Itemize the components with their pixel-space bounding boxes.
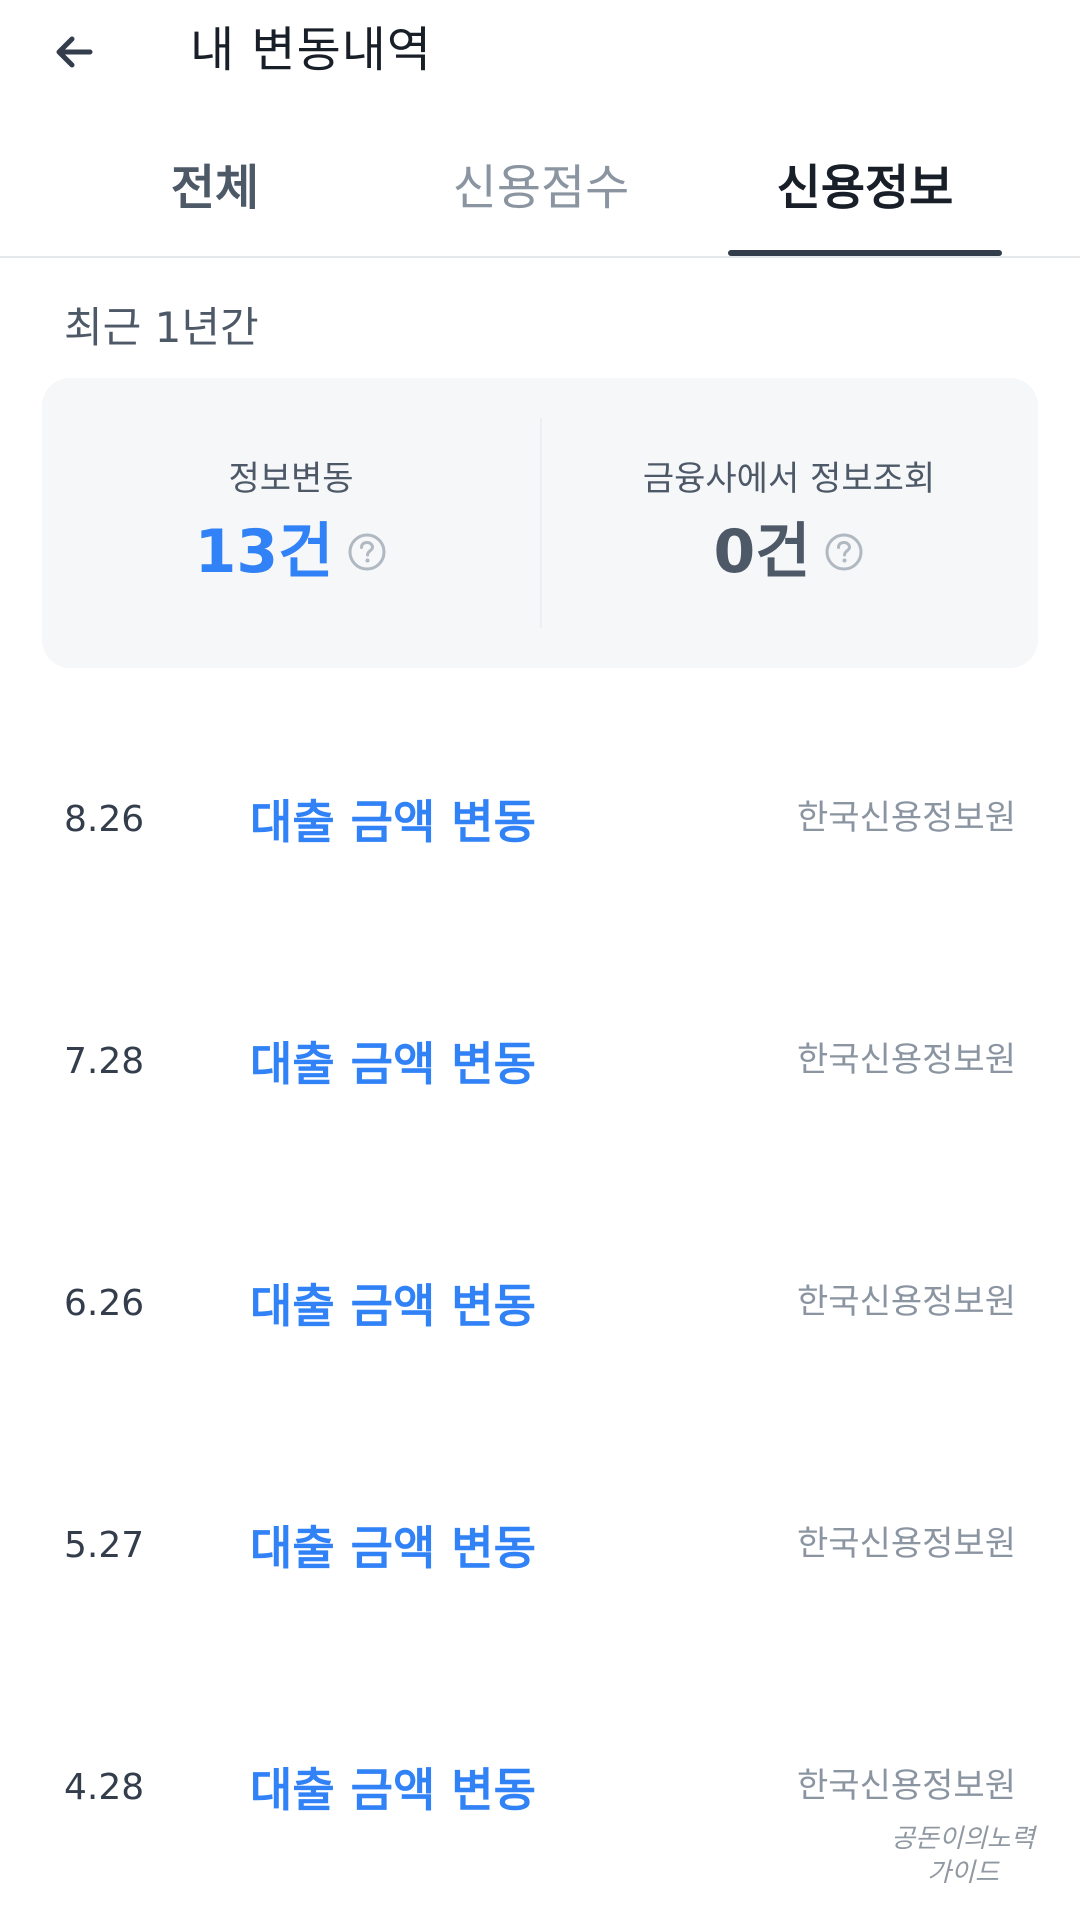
back-button[interactable] [42,20,106,84]
item-date: 6.26 [64,1283,145,1324]
item-source: 한국신용정보원 [797,1524,1016,1564]
list-item[interactable]: 5.27 대출 금액 변동 한국신용정보원 [0,1496,1080,1596]
tab-all[interactable]: 전체 [106,130,324,258]
item-source: 한국신용정보원 [797,798,1016,838]
tab-credit-info[interactable]: 신용정보 [728,130,1002,258]
info-change-summary: 정보변동 13건 [42,378,540,668]
page-title: 내 변동내역 [190,22,433,78]
inquiry-value-row: 0건 [540,514,1038,590]
list-item[interactable]: 7.28 대출 금액 변동 한국신용정보원 [0,1012,1080,1112]
info-change-count: 13건 [194,517,334,587]
question-circle-icon[interactable] [347,532,387,572]
period-label: 최근 1년간 [64,303,259,352]
item-date: 7.28 [64,1041,145,1082]
info-change-label: 정보변동 [228,459,354,499]
watermark-line1: 공돈이의노력 [891,1824,1035,1854]
tabs-divider [0,256,1080,258]
item-source: 한국신용정보원 [797,1282,1016,1322]
inquiry-summary: 금융사에서 정보조회 0건 [540,378,1038,668]
item-source: 한국신용정보원 [797,1766,1016,1806]
info-change-value-row: 13건 [42,514,540,590]
page: 내 변동내역 전체 신용점수 신용정보 최근 1년간 정보변동 13건 금융사에… [0,0,1080,1920]
arrow-left-icon [56,36,93,68]
header: 내 변동내역 [0,0,1080,110]
item-date: 5.27 [64,1525,145,1566]
item-date: 8.26 [64,799,145,840]
item-title: 대출 금액 변동 [250,795,536,849]
inquiry-label: 금융사에서 정보조회 [642,459,936,499]
inquiry-count: 0건 [713,517,811,587]
tab-bar: 전체 신용점수 신용정보 [0,130,1080,258]
watermark-line2: 가이드 [927,1858,999,1888]
item-title: 대출 금액 변동 [250,1763,536,1817]
item-title: 대출 금액 변동 [250,1279,536,1333]
list-item[interactable]: 6.26 대출 금액 변동 한국신용정보원 [0,1254,1080,1354]
item-date: 4.28 [64,1767,145,1808]
tab-credit-score[interactable]: 신용점수 [432,130,650,258]
item-title: 대출 금액 변동 [250,1521,536,1575]
list-item[interactable]: 8.26 대출 금액 변동 한국신용정보원 [0,770,1080,870]
list-item[interactable]: 4.28 대출 금액 변동 한국신용정보원 [0,1738,1080,1838]
watermark: 공돈이의노력 가이드 [888,1824,1038,1904]
item-source: 한국신용정보원 [797,1040,1016,1080]
summary-card: 정보변동 13건 금융사에서 정보조회 0건 [42,378,1038,668]
item-title: 대출 금액 변동 [250,1037,536,1091]
question-circle-icon[interactable] [824,532,864,572]
